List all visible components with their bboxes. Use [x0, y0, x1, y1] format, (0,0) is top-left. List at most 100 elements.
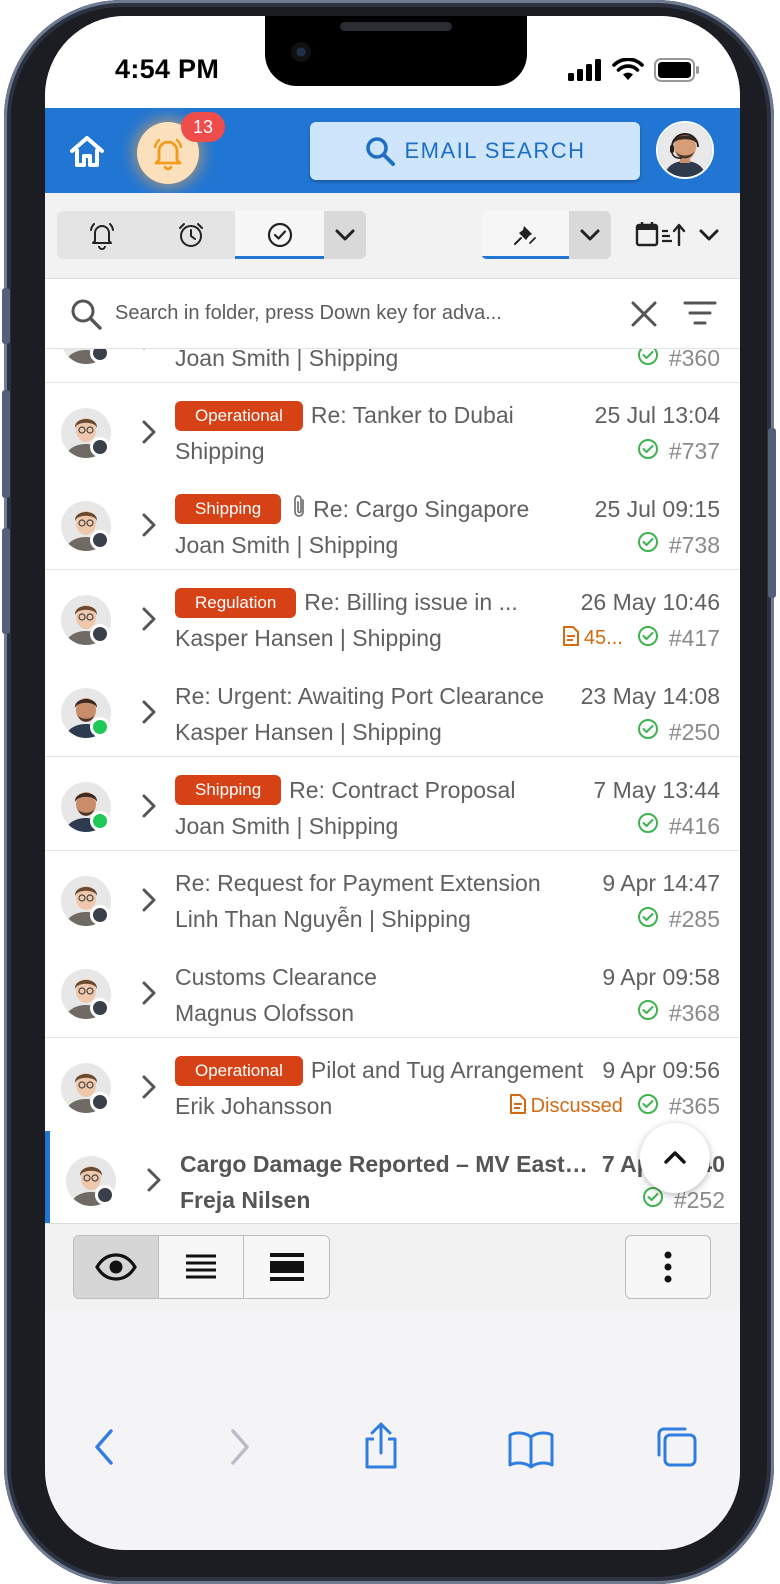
tabs-icon[interactable]	[655, 1425, 699, 1469]
category-tag[interactable]: Regulation	[175, 587, 297, 618]
pin-filter-button[interactable]	[481, 211, 569, 259]
email-sender: Kasper Hansen | Shipping	[175, 625, 442, 652]
email-row[interactable]: Operational Re: Tanker to Dubai 25 Jul 13:…	[45, 382, 740, 477]
tab-reminders[interactable]	[57, 211, 146, 259]
app-header: 13 EMAIL SEARCH	[45, 108, 740, 193]
check-circle-icon	[642, 1186, 664, 1214]
email-date: 25 Jul 09:15	[594, 495, 720, 522]
preview-view-button[interactable]	[74, 1236, 159, 1298]
email-date: 9 Apr 09:56	[602, 1057, 720, 1084]
email-meta-line: Magnus Olofsson #368	[175, 997, 720, 1029]
email-meta-line: Joan Smith | Shipping #416	[175, 810, 720, 842]
speaker	[340, 22, 452, 31]
ticket-id: #365	[637, 1093, 720, 1121]
category-tag[interactable]: Operational	[175, 400, 303, 431]
ticket-id: #416	[637, 812, 720, 840]
expand-thread-chevron-icon[interactable]	[139, 512, 159, 543]
back-arrow-icon[interactable]	[91, 1427, 117, 1467]
expand-thread-chevron-icon[interactable]	[139, 606, 159, 637]
email-meta-line: Freja Nilsen #252	[180, 1184, 725, 1216]
list-lines-icon	[186, 1254, 216, 1279]
tab-completed[interactable]	[235, 211, 324, 259]
sender-avatar	[61, 1062, 111, 1113]
email-note[interactable]: 45...	[561, 625, 623, 653]
sort-by-date-button[interactable]	[630, 211, 725, 259]
expand-thread-chevron-icon[interactable]	[139, 980, 159, 1011]
pin-dropdown-button[interactable]	[569, 211, 611, 259]
chevron-down-icon	[335, 229, 355, 241]
mute-switch	[2, 288, 10, 344]
category-tag[interactable]: Shipping	[175, 494, 282, 525]
comfortable-view-button[interactable]	[244, 1236, 329, 1298]
check-circle-icon	[637, 812, 659, 840]
tab-alarms[interactable]	[146, 211, 235, 259]
email-meta-line: Shipping #737	[175, 436, 720, 468]
email-row[interactable]: Re: Urgent: Awaiting Port Clearance 23 Ma…	[45, 663, 740, 758]
ticket-number: #417	[668, 625, 720, 652]
folder-search-input[interactable]	[115, 295, 565, 331]
check-circle-icon	[267, 222, 292, 248]
email-row[interactable]: Joan Smith | Shipping #360	[45, 349, 740, 383]
scroll-to-top-button[interactable]	[640, 1123, 710, 1193]
more-options-button[interactable]	[625, 1235, 711, 1299]
email-date: 7 May 13:44	[593, 776, 720, 803]
notch	[265, 16, 527, 86]
ticket-number: #737	[668, 438, 720, 465]
expand-thread-chevron-icon[interactable]	[139, 419, 159, 450]
ticket-id: #737	[637, 438, 720, 466]
email-row[interactable]: Re: Request for Payment Extension 9 Apr 1…	[45, 850, 740, 945]
eye-icon	[95, 1253, 137, 1281]
chevron-up-icon	[664, 1151, 686, 1164]
reminder-filter-tabs	[57, 211, 366, 259]
email-sender: Freja Nilsen	[180, 1186, 311, 1213]
cellular-signal-icon	[568, 59, 601, 81]
email-note[interactable]: Discussed	[508, 1093, 623, 1121]
email-row[interactable]: Cargo Damage Reported – MV Eastern Star7…	[45, 1131, 740, 1223]
email-row[interactable]: Customs Clearance 9 Apr 09:58 Magnus Olofs…	[45, 944, 740, 1039]
expand-thread-chevron-icon[interactable]	[139, 887, 159, 918]
email-row[interactable]: Shipping Re: Cargo Singapore 25 Jul 09:15 J…	[45, 476, 740, 571]
offline-status-dot	[90, 1091, 110, 1112]
share-icon[interactable]	[361, 1421, 401, 1471]
ticket-id: #285	[637, 906, 720, 934]
view-mode-group	[73, 1235, 330, 1299]
sender-avatar	[61, 782, 111, 832]
expand-thread-chevron-icon[interactable]	[139, 349, 159, 356]
expand-thread-chevron-icon[interactable]	[139, 699, 159, 730]
email-row[interactable]: Regulation Re: Billing issue in ... 26 May…	[45, 569, 740, 664]
check-circle-icon	[637, 438, 659, 466]
user-avatar[interactable]	[656, 121, 714, 179]
sender-avatar	[66, 1156, 116, 1207]
sender-avatar	[61, 969, 111, 1020]
email-row[interactable]: Shipping Re: Contract Proposal 7 May 13:44…	[45, 757, 740, 851]
search-icon	[366, 137, 396, 166]
view-mode-bar	[45, 1223, 740, 1309]
category-tag[interactable]: Shipping	[175, 775, 282, 805]
expand-thread-chevron-icon[interactable]	[139, 793, 159, 824]
online-status-dot	[90, 811, 110, 831]
email-subject: Re: Billing issue in ...	[304, 589, 518, 616]
home-icon	[70, 136, 104, 167]
front-camera	[291, 42, 311, 62]
home-button[interactable]	[67, 132, 107, 172]
close-icon[interactable]	[629, 299, 659, 329]
email-subject: Cargo Damage Reported – MV Eastern Star	[180, 1150, 592, 1177]
forward-arrow-icon[interactable]	[227, 1427, 253, 1467]
offline-status-dot	[95, 1185, 115, 1206]
expand-thread-chevron-icon[interactable]	[139, 1074, 159, 1105]
email-search-button[interactable]: EMAIL SEARCH	[310, 122, 640, 180]
ticket-id: #417	[637, 625, 720, 653]
email-row[interactable]: Operational Pilot and Tug Arrangement 9 Ap…	[45, 1037, 740, 1132]
category-tag[interactable]: Operational	[175, 1055, 303, 1086]
chevron-down-icon	[699, 229, 718, 241]
email-sender: Linh Than Nguyễn | Shipping	[175, 906, 471, 933]
filter-icon[interactable]	[683, 299, 717, 327]
bookmarks-icon[interactable]	[507, 1429, 555, 1469]
tabs-dropdown-button[interactable]	[324, 211, 366, 259]
compact-view-button[interactable]	[159, 1236, 244, 1298]
expand-thread-chevron-icon[interactable]	[144, 1167, 164, 1198]
sender-avatar	[61, 875, 111, 926]
ticket-number: #416	[668, 812, 720, 839]
email-meta-line: Linh Than Nguyễn | Shipping #285	[175, 904, 720, 936]
email-meta-line: Erik Johansson Discussed #365	[175, 1091, 720, 1123]
